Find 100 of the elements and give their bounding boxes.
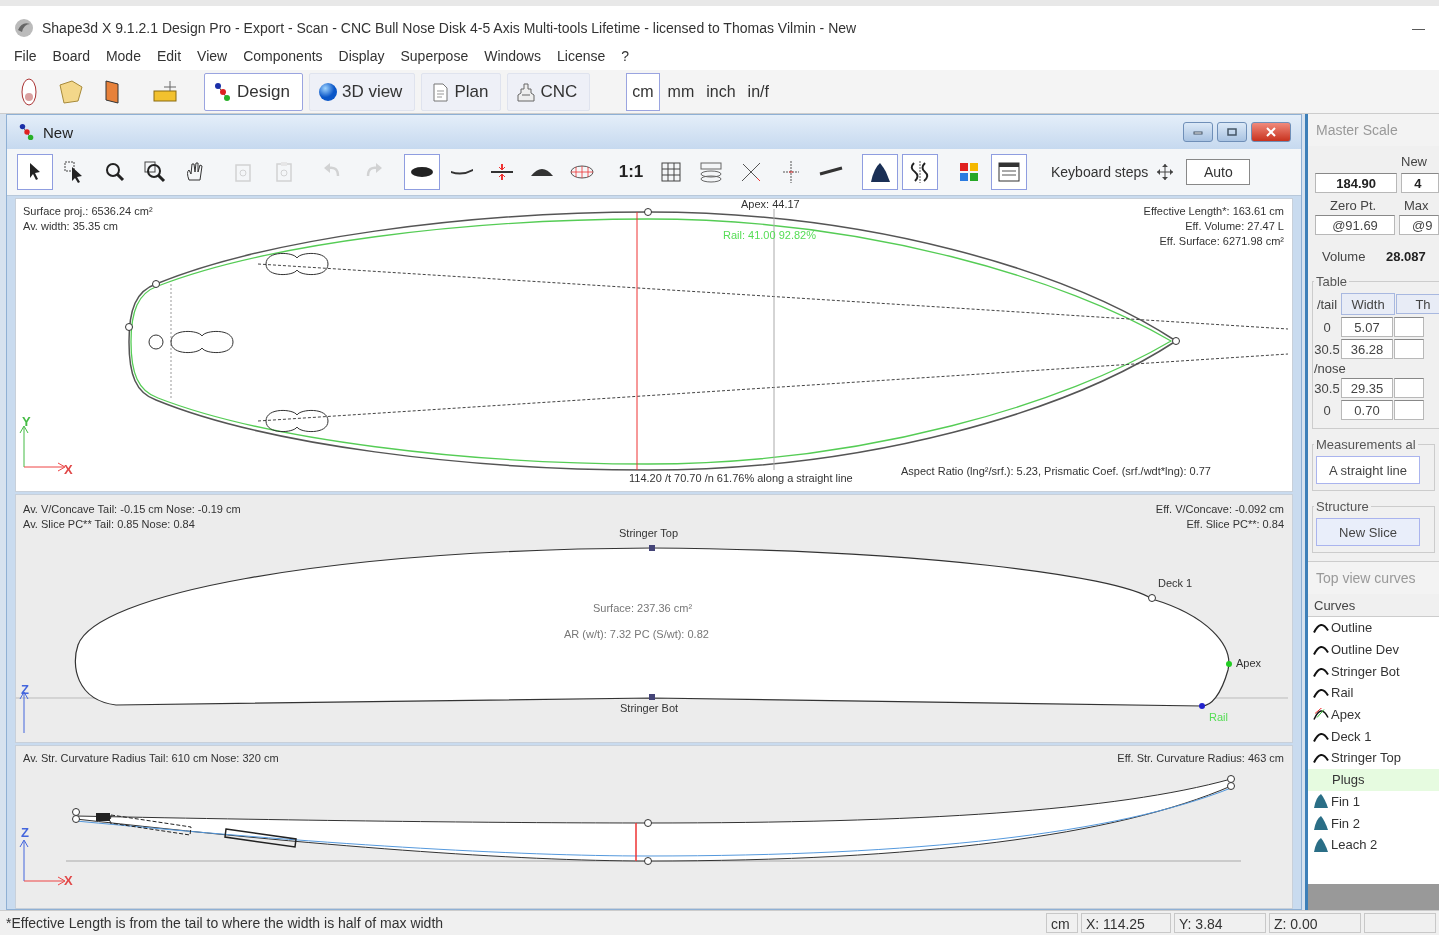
menu-item[interactable]: License: [549, 48, 614, 64]
measurement-label: Effective Length*: 163.61 cm: [1143, 205, 1284, 218]
measurement-label: Av. V/Concave Tail: -0.15 cm Nose: -0.19 cm: [23, 503, 241, 516]
control-point[interactable]: [1227, 775, 1235, 783]
unit-option[interactable]: mm: [661, 72, 701, 111]
vertical-axis-arrow: [19, 839, 29, 882]
mode-tab[interactable]: 3D view: [308, 72, 416, 111]
curve-list-item[interactable]: Stringer Top: [1308, 747, 1439, 769]
control-point[interactable]: [644, 819, 652, 827]
scale-button[interactable]: 1:1: [613, 154, 649, 190]
control-point[interactable]: [1227, 782, 1235, 790]
curve-list-item[interactable]: Apex: [1308, 703, 1439, 726]
column-header[interactable]: Th: [1396, 294, 1439, 314]
measurement-label: Av. width: 35.35 cm: [23, 220, 118, 233]
minimize-button[interactable]: [1183, 122, 1213, 142]
minimize-button[interactable]: —: [1408, 20, 1429, 36]
curve-list-item[interactable]: Fin 2: [1308, 812, 1439, 834]
curve-list-item[interactable]: Leach 2: [1308, 833, 1439, 856]
list-header: Curves: [1308, 594, 1439, 617]
control-point[interactable]: [644, 857, 652, 865]
mode-tab[interactable]: Design: [204, 72, 303, 111]
menu-item[interactable]: Display: [330, 48, 393, 64]
menu-item[interactable]: Components: [235, 48, 331, 64]
control-point[interactable]: [72, 815, 80, 823]
tool-button[interactable]: [902, 154, 938, 190]
control-point[interactable]: [1172, 337, 1180, 345]
menu-item[interactable]: File: [6, 48, 45, 64]
curve-list-item[interactable]: Rail: [1308, 682, 1439, 704]
table-cell[interactable]: [1394, 400, 1424, 420]
curve-list-item[interactable]: Outline: [1308, 617, 1439, 639]
menu-item[interactable]: Windows: [476, 48, 549, 64]
menu-item[interactable]: Edit: [148, 48, 190, 64]
panel-icon: [997, 160, 1021, 184]
number-field[interactable]: 184.90: [1315, 173, 1398, 193]
table-cell[interactable]: 0.70: [1341, 400, 1393, 420]
rail-point[interactable]: [1199, 703, 1205, 709]
plug-outline: [170, 330, 234, 354]
minimize-icon: [1192, 128, 1204, 136]
curve-list-item[interactable]: Stringer Bot: [1308, 660, 1439, 683]
table-cell[interactable]: 5.07: [1341, 317, 1393, 337]
measurement-label: Surface proj.: 6536.24 cm²: [23, 205, 153, 218]
new-slice-button[interactable]: New Slice: [1316, 518, 1420, 546]
curve-list-item[interactable]: Plugs: [1308, 768, 1439, 791]
app-logo-icon: [14, 18, 34, 38]
control-point[interactable]: [1148, 594, 1156, 602]
search-icon: [103, 160, 127, 184]
auto-button[interactable]: Auto: [1186, 159, 1251, 185]
mode-tab[interactable]: CNC: [507, 72, 591, 111]
axes-icon: [739, 160, 763, 184]
measurement-label: Stringer Bot: [620, 702, 679, 715]
menu-item[interactable]: Mode: [97, 48, 149, 64]
column-header[interactable]: Width: [1341, 293, 1395, 315]
grid-icon: [659, 160, 683, 184]
table-cell[interactable]: 36.28: [1341, 339, 1393, 359]
unit-option[interactable]: in/f: [741, 72, 775, 111]
measurement-label: Av. Slice PC** Tail: 0.85 Nose: 0.84: [23, 518, 195, 531]
menu-item[interactable]: ?: [613, 48, 638, 64]
horizontal-axis-arrow: [23, 462, 66, 472]
table-cell[interactable]: [1394, 339, 1424, 359]
curve-icon: [1313, 621, 1329, 635]
field-label: Zero Pt.: [1330, 198, 1378, 213]
table-cell[interactable]: [1394, 317, 1424, 337]
number-field[interactable]: 4: [1401, 173, 1439, 193]
curve-list-item[interactable]: Outline Dev: [1308, 638, 1439, 661]
control-point[interactable]: [72, 808, 80, 816]
menu-item[interactable]: View: [189, 48, 236, 64]
axis-label: X: [64, 463, 73, 476]
control-point[interactable]: [644, 208, 652, 216]
table-cell[interactable]: 29.35: [1341, 378, 1393, 398]
field-label: Max: [1404, 198, 1429, 213]
table-cell[interactable]: [1394, 378, 1424, 398]
curve-icon: [1313, 643, 1329, 657]
tool-button[interactable]: [404, 154, 440, 190]
unit-option[interactable]: inch: [700, 72, 742, 111]
mode-tab[interactable]: Plan: [421, 72, 502, 111]
move-icon[interactable]: [1156, 163, 1175, 181]
status-text: *Effective Length is from the tail to where the width is half of max width: [6, 915, 445, 931]
menu-item[interactable]: Superpose: [392, 48, 477, 64]
group-title: Table: [1315, 274, 1349, 289]
restore-button[interactable]: [1217, 122, 1247, 142]
tool-button[interactable]: [862, 154, 898, 190]
document-icon: [430, 81, 451, 102]
curve-list-item[interactable]: Fin 1: [1308, 790, 1439, 813]
layers-icon: [699, 160, 723, 184]
measurement-label: Apex: [1236, 657, 1262, 670]
close-button[interactable]: [1251, 122, 1291, 142]
measurement-label: Eff. V/Concave: -0.092 cm: [1155, 503, 1284, 516]
horizontal-axis-arrow: [23, 876, 66, 886]
row-label: 0: [1322, 402, 1332, 418]
curve-list-item[interactable]: Deck 1: [1308, 725, 1439, 748]
measurement-button[interactable]: A straight line: [1316, 456, 1420, 484]
tool-button[interactable]: [991, 154, 1027, 190]
tool-button[interactable]: [17, 154, 53, 190]
number-field[interactable]: @9: [1399, 215, 1439, 235]
number-field[interactable]: @91.69: [1315, 215, 1395, 235]
row-label: 0: [1322, 319, 1332, 335]
unit-option[interactable]: cm: [626, 72, 660, 111]
menu-item[interactable]: Board: [44, 48, 98, 64]
control-point[interactable]: [152, 280, 160, 288]
control-point[interactable]: [125, 323, 133, 331]
